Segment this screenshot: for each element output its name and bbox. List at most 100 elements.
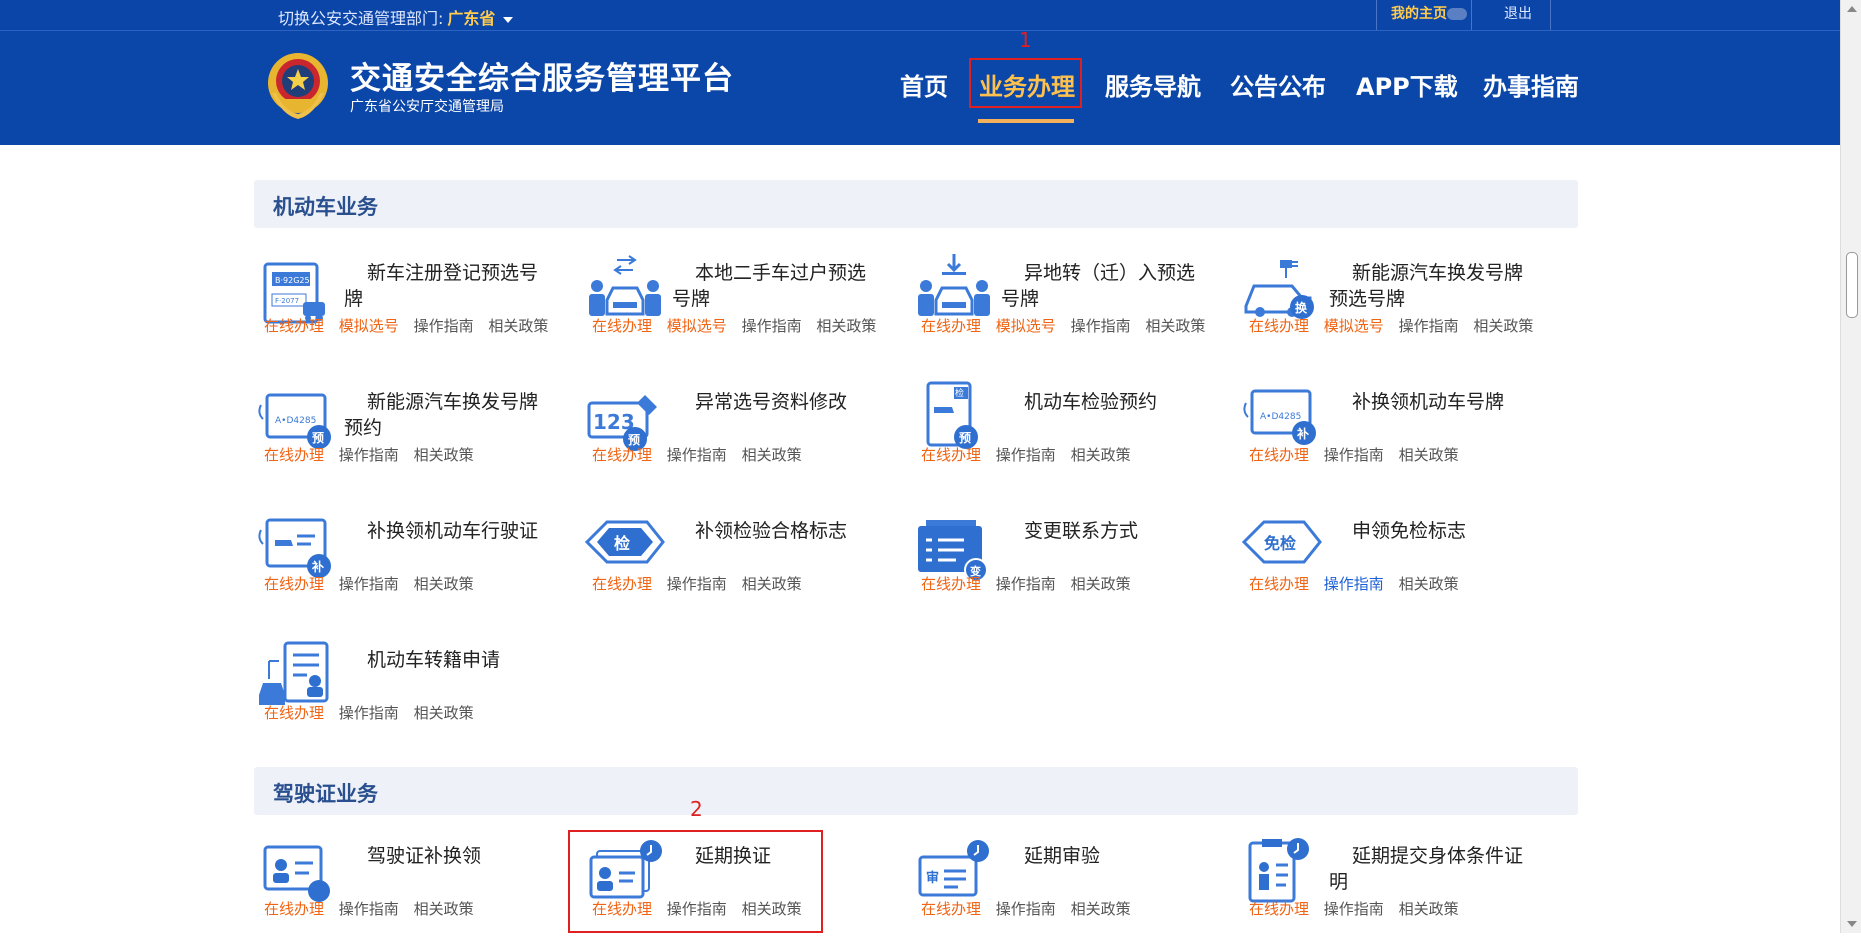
section-vehicle-title: 机动车业务 — [273, 195, 378, 219]
scroll-thumb[interactable] — [1846, 252, 1858, 318]
service-name[interactable]: 补领检验合格标志 — [683, 518, 883, 544]
service-links: 在线办理 操作指南 相关政策 — [921, 573, 1141, 594]
my-home-link[interactable]: 我的主页 — [1376, 0, 1472, 30]
service-name[interactable]: 延期审验 — [1012, 843, 1212, 869]
policy-link[interactable]: 相关政策 — [742, 446, 802, 464]
nav-announcement[interactable]: 公告公布 — [1230, 67, 1326, 102]
policy-link[interactable]: 相关政策 — [414, 900, 474, 918]
online-link[interactable]: 在线办理 — [264, 704, 324, 722]
service-name[interactable]: 延期换证 — [683, 843, 883, 869]
online-link[interactable]: 在线办理 — [264, 317, 324, 335]
guide-link[interactable]: 操作指南 — [339, 900, 399, 918]
service-name[interactable]: 异常选号资料修改 — [683, 389, 883, 415]
policy-link[interactable]: 相关政策 — [1399, 900, 1459, 918]
scroll-up-icon[interactable] — [1847, 6, 1857, 12]
service-name[interactable]: 异地转（迁）入预选号牌 — [1001, 260, 1201, 312]
vertical-scrollbar[interactable] — [1840, 0, 1861, 933]
department-switcher[interactable]: 切换公安交通管理部门: 广东省 — [278, 5, 514, 29]
guide-link[interactable]: 操作指南 — [339, 704, 399, 722]
guide-link[interactable]: 操作指南 — [996, 446, 1056, 464]
guide-link[interactable]: 操作指南 — [1399, 317, 1459, 335]
marker-1: 1 — [1019, 28, 1032, 52]
guide-link[interactable]: 操作指南 — [996, 575, 1056, 593]
online-link[interactable]: 在线办理 — [1249, 317, 1309, 335]
guide-link[interactable]: 操作指南 — [742, 317, 802, 335]
guide-link[interactable]: 操作指南 — [339, 575, 399, 593]
online-link[interactable]: 在线办理 — [592, 575, 652, 593]
svg-text:补: 补 — [1296, 426, 1309, 441]
guide-link[interactable]: 操作指南 — [996, 900, 1056, 918]
mock-select-link[interactable]: 模拟选号 — [667, 317, 727, 335]
online-link[interactable]: 在线办理 — [1249, 446, 1309, 464]
service-links: 在线办理 操作指南 相关政策 — [1249, 444, 1469, 465]
nav-home[interactable]: 首页 — [900, 67, 948, 102]
page-title: 交通安全综合服务管理平台 — [350, 61, 734, 97]
online-link[interactable]: 在线办理 — [1249, 575, 1309, 593]
service-name[interactable]: 机动车检验预约 — [1012, 389, 1212, 415]
service-links: 在线办理 操作指南 相关政策 — [264, 444, 484, 465]
service-name[interactable]: 申领免检标志 — [1340, 518, 1540, 544]
service-name[interactable]: 新能源汽车换发号牌预约 — [344, 389, 544, 441]
guide-link[interactable]: 操作指南 — [339, 446, 399, 464]
online-link[interactable]: 在线办理 — [921, 900, 981, 918]
guide-link[interactable]: 操作指南 — [667, 575, 727, 593]
online-link[interactable]: 在线办理 — [1249, 900, 1309, 918]
guide-link[interactable]: 操作指南 — [1324, 575, 1384, 593]
policy-link[interactable]: 相关政策 — [414, 704, 474, 722]
nav-service-guide[interactable]: 服务导航 — [1105, 67, 1201, 102]
service-item: 补 补换领机动车行驶证 在线办理 操作指南 相关政策 — [255, 510, 575, 620]
online-link[interactable]: 在线办理 — [592, 317, 652, 335]
guide-link[interactable]: 操作指南 — [667, 900, 727, 918]
mock-select-link[interactable]: 模拟选号 — [1324, 317, 1384, 335]
online-link[interactable]: 在线办理 — [592, 446, 652, 464]
online-link[interactable]: 在线办理 — [921, 446, 981, 464]
policy-link[interactable]: 相关政策 — [1071, 575, 1131, 593]
online-link[interactable]: 在线办理 — [921, 317, 981, 335]
service-item: 驾驶证补换领 在线办理 操作指南 相关政策 — [255, 835, 575, 945]
service-name[interactable]: 补换领机动车号牌 — [1340, 389, 1540, 415]
policy-link[interactable]: 相关政策 — [1399, 575, 1459, 593]
guide-link[interactable]: 操作指南 — [1071, 317, 1131, 335]
online-link[interactable]: 在线办理 — [264, 900, 324, 918]
online-link[interactable]: 在线办理 — [264, 446, 324, 464]
service-name[interactable]: 变更联系方式 — [1012, 518, 1212, 544]
service-links: 在线办理 模拟选号 操作指南 相关政策 — [1249, 315, 1543, 336]
service-name[interactable]: 补换领机动车行驶证 — [344, 518, 544, 544]
guide-link[interactable]: 操作指南 — [414, 317, 474, 335]
nav-handling-guide[interactable]: 办事指南 — [1483, 67, 1579, 102]
policy-link[interactable]: 相关政策 — [1399, 446, 1459, 464]
service-name[interactable]: 新能源汽车换发号牌预选号牌 — [1329, 260, 1529, 312]
policy-link[interactable]: 相关政策 — [816, 317, 876, 335]
policy-link[interactable]: 相关政策 — [742, 900, 802, 918]
service-name[interactable]: 机动车转籍申请 — [355, 647, 555, 673]
logout-link[interactable]: 退出 — [1486, 0, 1551, 30]
policy-link[interactable]: 相关政策 — [1071, 446, 1131, 464]
online-link[interactable]: 在线办理 — [921, 575, 981, 593]
svg-text:检: 检 — [955, 387, 964, 399]
policy-link[interactable]: 相关政策 — [1145, 317, 1205, 335]
svg-text:预: 预 — [959, 431, 971, 445]
policy-link[interactable]: 相关政策 — [414, 575, 474, 593]
online-link[interactable]: 在线办理 — [592, 900, 652, 918]
scroll-down-icon[interactable] — [1847, 921, 1857, 927]
service-links: 在线办理 操作指南 相关政策 — [921, 444, 1141, 465]
active-nav-underline — [978, 119, 1074, 123]
mock-select-link[interactable]: 模拟选号 — [339, 317, 399, 335]
service-name[interactable]: 延期提交身体条件证明 — [1329, 843, 1529, 895]
province-select[interactable]: 广东省 — [447, 9, 495, 28]
service-name[interactable]: 新车注册登记预选号牌 — [344, 260, 544, 312]
guide-link[interactable]: 操作指南 — [1324, 900, 1384, 918]
nav-app-download[interactable]: APP下载 — [1356, 67, 1458, 102]
policy-link[interactable]: 相关政策 — [488, 317, 548, 335]
service-name[interactable]: 本地二手车过户预选号牌 — [672, 260, 872, 312]
mock-select-link[interactable]: 模拟选号 — [996, 317, 1056, 335]
online-link[interactable]: 在线办理 — [264, 575, 324, 593]
service-name[interactable]: 驾驶证补换领 — [355, 843, 555, 869]
policy-link[interactable]: 相关政策 — [742, 575, 802, 593]
policy-link[interactable]: 相关政策 — [1071, 900, 1131, 918]
guide-link[interactable]: 操作指南 — [667, 446, 727, 464]
caret-down-icon[interactable] — [503, 16, 514, 23]
policy-link[interactable]: 相关政策 — [414, 446, 474, 464]
guide-link[interactable]: 操作指南 — [1324, 446, 1384, 464]
policy-link[interactable]: 相关政策 — [1473, 317, 1533, 335]
